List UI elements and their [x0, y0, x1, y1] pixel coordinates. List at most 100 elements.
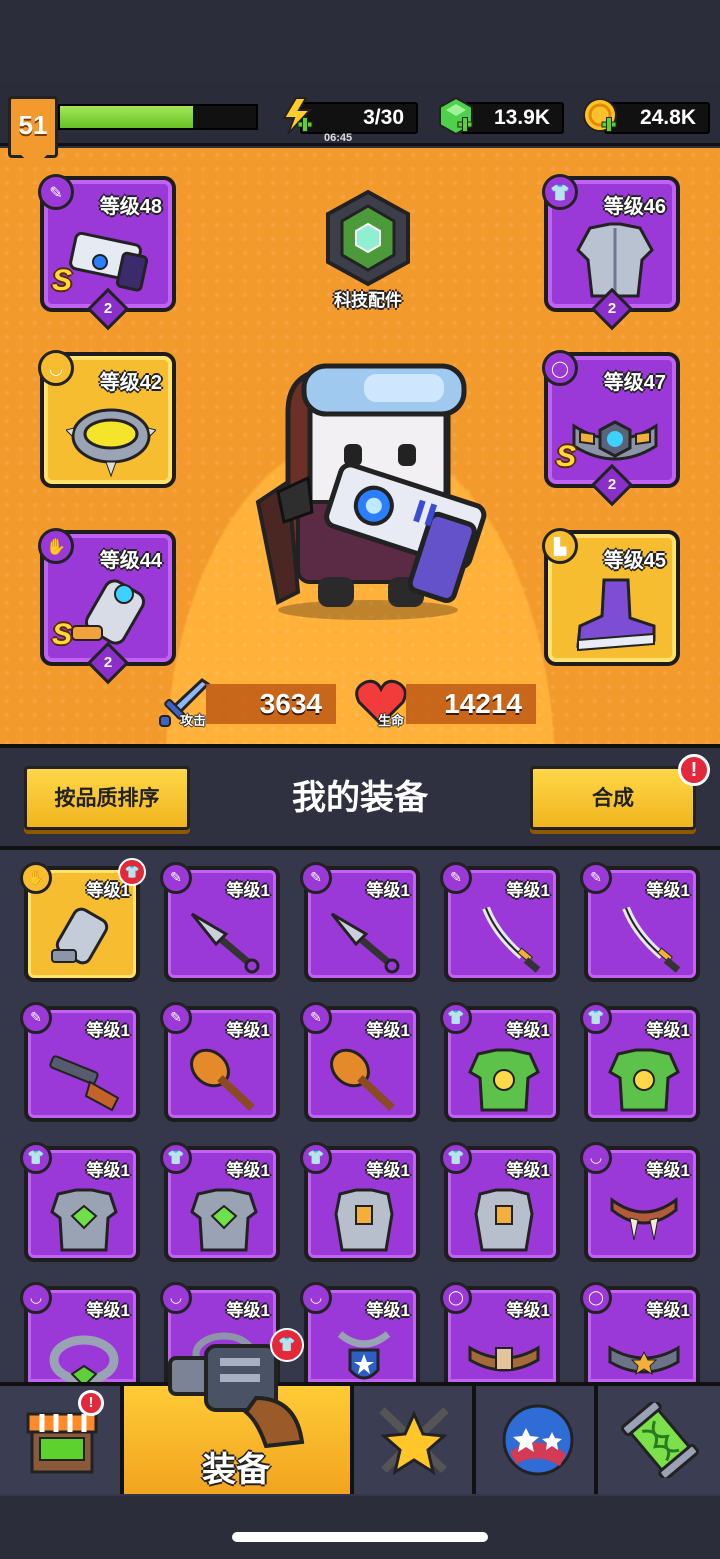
merge-button[interactable]: 合成	[530, 766, 696, 830]
equipment-item-club[interactable]: ✎ 等级1	[160, 1002, 280, 1122]
item-level-label: 等级1	[646, 1301, 690, 1320]
boots-slot[interactable]: ▙ 等级45	[542, 528, 680, 666]
glove-type-icon: ✋	[20, 862, 52, 894]
player-level-badge[interactable]: 51	[8, 96, 58, 167]
dna-capsule-icon	[621, 1402, 699, 1478]
item-level-label: 等级1	[226, 881, 270, 900]
equipment-item-gem-armor[interactable]: 👕 等级1	[20, 1142, 140, 1262]
item-level-label: 等级1	[366, 881, 410, 900]
slot-level-label: 等级42	[99, 372, 162, 394]
nav-tab-evolution[interactable]	[598, 1386, 720, 1494]
purple-sneaker-icon	[576, 578, 656, 652]
necklace-type-icon: ◡	[20, 1282, 52, 1314]
attack-caption: 攻击	[180, 713, 207, 728]
gold-coin-icon	[583, 98, 617, 132]
equipment-item-rope-belt[interactable]: ◯ 等级1	[440, 1282, 560, 1382]
hero-character[interactable]	[248, 352, 488, 622]
sort-by-quality-button[interactable]: 按品质排序	[24, 766, 190, 830]
item-level-label: 等级1	[366, 1161, 410, 1180]
equipment-item-kunai[interactable]: ✎ 等级1	[300, 862, 420, 982]
slot-level-label: 等级46	[603, 196, 666, 218]
energy-timer: 06:45	[324, 132, 353, 144]
equipment-item-fang-necklace[interactable]: ◡ 等级1	[580, 1142, 700, 1262]
weapon-slot[interactable]: ✎ 等级48 S 2	[38, 174, 176, 331]
item-level-label: 等级1	[86, 1021, 130, 1040]
equipment-item-star-belt[interactable]: ◯ 等级1	[580, 1282, 700, 1382]
necklace-type-icon: ◡	[300, 1282, 332, 1314]
gem-armor-icon	[50, 1188, 118, 1252]
gauntlet-icon	[51, 907, 109, 965]
item-level-label: 等级1	[646, 1161, 690, 1180]
equipment-item-green-armor[interactable]: 👕 等级1	[580, 1002, 700, 1122]
fang-necklace-icon	[610, 1197, 678, 1241]
slot-level-label: 等级44	[99, 550, 162, 572]
weapon-type-icon: ✎	[300, 1002, 332, 1034]
item-level-label: 等级1	[366, 1301, 410, 1320]
tech-accessory-label: 科技配件	[334, 291, 402, 310]
belt-slot[interactable]: ◯ 等级47 S 2	[542, 350, 680, 507]
shotgun-icon	[49, 1055, 120, 1112]
equipment-item-gem-armor[interactable]: 👕 等级1	[160, 1142, 280, 1262]
item-level-label: 等级1	[506, 1021, 550, 1040]
club-icon	[190, 1048, 255, 1111]
equipment-item-club[interactable]: ✎ 等级1	[300, 1002, 420, 1122]
home-indicator[interactable]	[232, 1532, 488, 1542]
armor-type-icon: 👕	[542, 174, 578, 210]
attack-value: 3634	[206, 684, 336, 724]
nav-tab-shop[interactable]: !	[0, 1386, 124, 1494]
equipment-item-kunai[interactable]: ✎ 等级1	[160, 862, 280, 982]
kunai-icon	[330, 912, 400, 974]
xp-progress-fill	[60, 106, 194, 128]
equipment-item-shield-pendant[interactable]: ◡ 等级1	[300, 1282, 420, 1382]
xp-progress-bar	[58, 104, 258, 130]
nav-label-equipment: 装备	[202, 1450, 270, 1490]
equipment-item-green-armor[interactable]: 👕 等级1	[440, 1002, 560, 1122]
gloves-slot[interactable]: ✋ 等级44 S 2	[38, 528, 176, 685]
new-item-badge: 👕	[270, 1328, 304, 1362]
shop-alert-badge: !	[78, 1390, 104, 1416]
armor-type-icon: 👕	[160, 1142, 192, 1174]
glove-type-icon: ✋	[38, 528, 74, 564]
my-equipment-title: 我的装备	[292, 778, 428, 818]
necklace-type-icon: ◡	[580, 1142, 612, 1174]
equipment-item-katana[interactable]: ✎ 等级1	[440, 862, 560, 982]
necklace-type-icon: ◡	[160, 1282, 192, 1314]
item-level-label: 等级1	[506, 881, 550, 900]
slot-level-label: 等级48	[99, 196, 162, 218]
item-level-label: 等级1	[646, 881, 690, 900]
health-value: 14214	[406, 684, 536, 724]
weapon-type-icon: ✎	[580, 862, 612, 894]
necklace-slot[interactable]: ◡ 等级42	[38, 350, 176, 488]
merge-alert-badge: !	[678, 754, 710, 786]
health-caption: 生命	[378, 713, 405, 728]
armor-type-icon: 👕	[440, 1002, 472, 1034]
equipment-item-shotgun[interactable]: ✎ 等级1	[20, 1002, 140, 1122]
item-level-label: 等级1	[226, 1161, 270, 1180]
nav-tab-skills[interactable]	[476, 1386, 598, 1494]
equipment-item-gauntlet[interactable]: ✋ 等级1 👕	[20, 858, 146, 982]
weapon-type-icon: ✎	[20, 1002, 52, 1034]
equipment-item-plate-armor[interactable]: 👕 等级1	[300, 1142, 420, 1262]
equipment-item-plate-armor[interactable]: 👕 等级1	[440, 1142, 560, 1262]
kunai-icon	[190, 912, 260, 974]
nav-tab-talents[interactable]	[354, 1386, 476, 1494]
armor-slot[interactable]: 👕 等级46 2	[542, 174, 680, 331]
slot-level-label: 等级45	[603, 550, 666, 572]
item-level-label: 等级1	[506, 1301, 550, 1320]
plate-armor-icon	[334, 1188, 394, 1252]
weapon-type-icon: ✎	[160, 862, 192, 894]
belt-type-icon: ◯	[440, 1282, 472, 1314]
club-icon	[330, 1048, 395, 1111]
item-level-label: 等级1	[226, 1021, 270, 1040]
tech-accessory-icon[interactable]	[322, 188, 414, 288]
new-item-dot: 👕	[118, 858, 146, 886]
weapon-type-icon: ✎	[440, 862, 472, 894]
belt-type-icon: ◯	[542, 350, 578, 386]
equipment-item-katana[interactable]: ✎ 等级1	[580, 862, 700, 982]
equipment-item-gem-ring[interactable]: ◡ 等级1	[20, 1282, 140, 1388]
star-swords-icon	[379, 1407, 449, 1476]
spiked-collar-icon	[66, 408, 156, 478]
boot-type-icon: ▙	[542, 528, 578, 564]
gem-armor-icon	[190, 1188, 258, 1252]
belt-type-icon: ◯	[580, 1282, 612, 1314]
